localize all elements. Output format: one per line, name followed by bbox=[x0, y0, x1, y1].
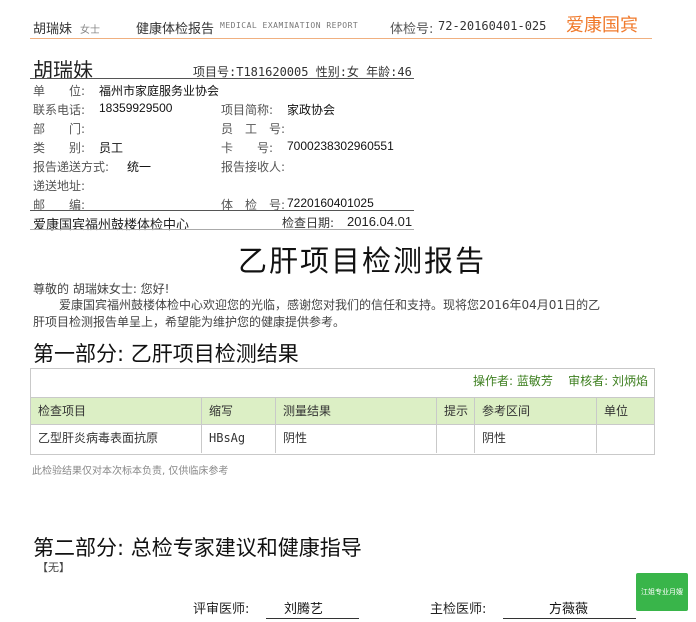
address-label: 递送地址: bbox=[33, 179, 86, 193]
phone-value: 18359929500 bbox=[99, 101, 173, 115]
brand-logo: 爱康国宾 bbox=[566, 15, 638, 36]
table-cell: HBsAg bbox=[202, 425, 276, 453]
intro-line-1: 爱康国宾福州鼓楼体检中心欢迎您的光临，感谢您对我们的信任和支持。现将您2016年… bbox=[59, 298, 601, 312]
column-header: 测量结果 bbox=[276, 398, 437, 424]
operator-row: 操作者: 蓝敏芳 审核者: 刘炳焰 bbox=[473, 372, 648, 389]
column-header: 参考区间 bbox=[475, 398, 597, 424]
table-row: 乙型肝炎病毒表面抗原 HBsAg 阴性 阴性 bbox=[31, 425, 654, 453]
header-exam-number: 72-20160401-025 bbox=[438, 19, 547, 33]
intro-line-2: 肝项目检测报告单呈上，希望能为维护您的健康提供参考。 bbox=[33, 315, 346, 329]
reviewer-doctor-label: 评审医师: bbox=[193, 602, 250, 617]
table-cell bbox=[437, 425, 475, 453]
patient-name-divider bbox=[30, 78, 414, 79]
disclaimer: 此检验结果仅对本次标本负责, 仅供临床参考 bbox=[32, 466, 229, 477]
part2-content: 【无】 bbox=[37, 561, 70, 574]
category-label: 类 别: bbox=[33, 141, 86, 155]
header-divider bbox=[30, 38, 652, 39]
reviewer-label: 审核者: bbox=[568, 374, 609, 388]
category-value: 员工 bbox=[99, 141, 124, 155]
chief-doctor-label: 主检医师: bbox=[430, 602, 487, 617]
operator-label: 操作者: bbox=[472, 374, 513, 388]
center-divider bbox=[30, 229, 414, 230]
phone-label: 联系电话: bbox=[33, 103, 86, 117]
exam-date-value: 2016.04.01 bbox=[347, 214, 413, 229]
header-gender: 女士 bbox=[80, 25, 100, 36]
table-cell bbox=[597, 425, 654, 453]
card-label: 卡 号: bbox=[221, 141, 274, 155]
column-header: 检查项目 bbox=[31, 398, 202, 424]
info-divider bbox=[30, 210, 414, 211]
staff-id-label: 员 工 号: bbox=[221, 122, 286, 136]
header-report-title: 健康体检报告 bbox=[136, 22, 215, 37]
delivery-value: 统一 bbox=[127, 160, 152, 174]
header-patient-name: 胡瑞妹 bbox=[33, 22, 73, 37]
operator-name: 蓝敏芳 bbox=[516, 374, 553, 388]
exam-value: 7220160401025 bbox=[287, 196, 374, 210]
table-cell: 乙型肝炎病毒表面抗原 bbox=[31, 425, 202, 453]
delivery-label: 报告递送方式: bbox=[33, 160, 110, 174]
project-label: 项目简称: bbox=[221, 103, 274, 117]
header-exam-label: 体检号: bbox=[390, 22, 434, 37]
table-cell: 阴性 bbox=[475, 425, 597, 453]
project-value: 家政协会 bbox=[287, 103, 336, 117]
exam-center: 爱康国宾福州鼓楼体检中心 bbox=[33, 218, 190, 233]
unit-value: 福州市家庭服务业协会 bbox=[99, 84, 220, 98]
part1-title: 第一部分: 乙肝项目检测结果 bbox=[33, 342, 299, 366]
reviewer-name: 刘炳焰 bbox=[611, 374, 648, 388]
chief-doctor-name: 方薇薇 bbox=[549, 602, 589, 617]
part2-title: 第二部分: 总检专家建议和健康指导 bbox=[33, 536, 362, 560]
table-header-row: 检查项目 缩写 测量结果 提示 参考区间 单位 bbox=[31, 397, 654, 425]
report-title: 乙肝项目检测报告 bbox=[238, 244, 487, 278]
receiver-label: 报告接收人: bbox=[221, 160, 286, 174]
side-badge[interactable]: 江姐专业月嫂 bbox=[636, 573, 688, 611]
column-header: 缩写 bbox=[202, 398, 276, 424]
greeting: 尊敬的 胡瑞妹女士: 您好! bbox=[33, 282, 170, 296]
reviewer-doctor-name: 刘腾艺 bbox=[284, 602, 324, 617]
results-table: 操作者: 蓝敏芳 审核者: 刘炳焰 检查项目 缩写 测量结果 提示 参考区间 单… bbox=[30, 368, 655, 455]
unit-label: 单 位: bbox=[33, 84, 86, 98]
table-cell: 阴性 bbox=[276, 425, 437, 453]
header-report-subtitle: MEDICAL EXAMINATION REPORT bbox=[220, 21, 359, 30]
dept-label: 部 门: bbox=[33, 122, 86, 136]
column-header: 单位 bbox=[604, 404, 629, 418]
column-header: 提示 bbox=[437, 398, 475, 424]
card-value: 7000238302960551 bbox=[287, 139, 394, 153]
